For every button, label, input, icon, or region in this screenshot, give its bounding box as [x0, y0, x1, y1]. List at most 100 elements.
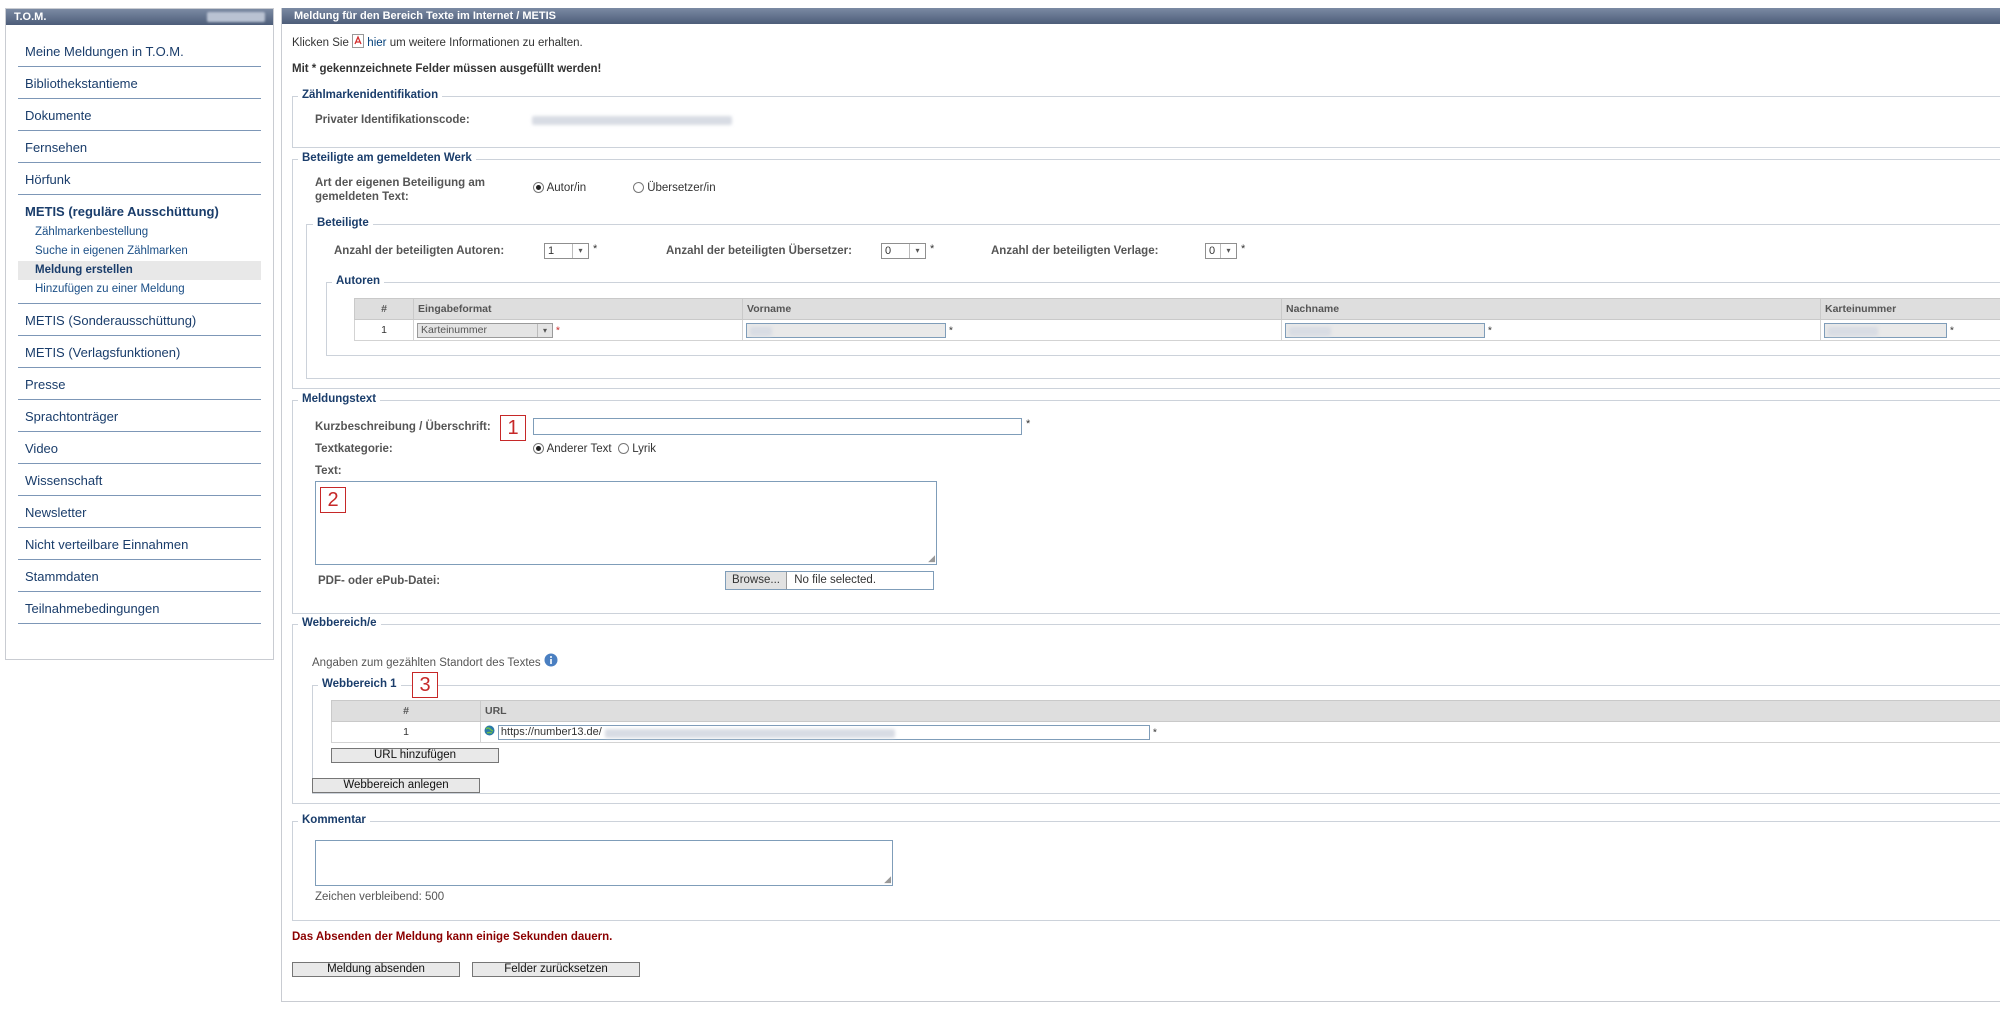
annotation-marker-3: 3 [412, 672, 438, 698]
sidebar-nav: Meine Meldungen in T.O.M. Bibliothekstan… [6, 25, 273, 624]
kurzbeschreibung-input[interactable] [533, 418, 1022, 435]
chevron-down-icon: ▾ [909, 244, 925, 258]
label-code: Privater Identifikationscode: [315, 114, 470, 126]
select-autoren-value: 1 [548, 245, 555, 257]
radio-autor-dot[interactable] [533, 182, 544, 194]
webbereich-hint: Angaben zum gezählten Standort des Texte… [312, 653, 558, 669]
main-panel: Meldung für den Bereich Texte im Interne… [281, 8, 2000, 1002]
radio-uebersetzer-label: Übersetzer/in [647, 182, 716, 194]
radio-anderer-dot[interactable] [533, 443, 544, 455]
subnav-meldung-erstellen[interactable]: Meldung erstellen [18, 261, 261, 280]
required-star: * [593, 243, 598, 255]
nav-meine-meldungen[interactable]: Meine Meldungen in T.O.M. [18, 35, 261, 67]
submit-warning: Das Absenden der Meldung kann einige Sek… [292, 931, 613, 943]
nav-sprachtontraeger[interactable]: Sprachtonträger [18, 400, 261, 432]
legend-webbereich: Webbereich/e [298, 617, 381, 629]
required-star: * [930, 243, 935, 255]
nav-metis-verlag[interactable]: METIS (Verlagsfunktionen) [18, 336, 261, 368]
karteinummer-input[interactable] [1824, 322, 1947, 338]
text-textarea[interactable]: ◢ [315, 481, 937, 565]
info-icon[interactable] [544, 653, 558, 667]
required-star: * [1152, 725, 1157, 738]
legend-webbereich-1: Webbereich 1 [318, 678, 401, 690]
zeichen-verbleibend: Zeichen verbleibend: 500 [315, 891, 445, 903]
file-input[interactable]: Browse... No file selected. [725, 571, 934, 590]
table-header-row: # Eingabeformat Vorname Nachname Kartein… [354, 298, 2000, 320]
select-uebersetzer[interactable]: 0 ▾ [881, 243, 926, 259]
info-prefix: Klicken Sie [292, 37, 349, 49]
label-kurzbeschreibung: Kurzbeschreibung / Überschrift: [315, 421, 491, 433]
annotation-marker-1: 1 [500, 415, 526, 441]
main-header: Meldung für den Bereich Texte im Interne… [282, 8, 2000, 24]
required-star: * [1026, 418, 1031, 430]
subnav-hinzufuegen-meldung[interactable]: Hinzufügen zu einer Meldung [18, 280, 261, 299]
sidebar-header: T.O.M. [6, 9, 273, 25]
radio-autor[interactable]: Autor/in [533, 182, 586, 194]
resize-handle-icon[interactable]: ◢ [884, 874, 891, 885]
radio-uebersetzer[interactable]: Übersetzer/in [633, 182, 716, 194]
required-star: * [555, 323, 561, 336]
legend-beteiligte-sub: Beteiligte [313, 217, 373, 229]
col-vorname: Vorname [742, 298, 1282, 320]
nachname-input[interactable] [1285, 322, 1485, 338]
nav-teilnahmebedingungen[interactable]: Teilnahmebedingungen [18, 592, 261, 624]
redacted-user [207, 12, 265, 22]
nav-wissenschaft[interactable]: Wissenschaft [18, 464, 261, 496]
legend-meldungstext: Meldungstext [298, 393, 381, 405]
radio-lyrik-label: Lyrik [632, 443, 657, 455]
sidebar-title: T.O.M. [14, 11, 47, 23]
select-eingabeformat-value: Karteinummer [421, 323, 487, 336]
browse-button[interactable]: Browse... [726, 572, 787, 589]
nav-metis-sonder[interactable]: METIS (Sonderausschüttung) [18, 304, 261, 336]
chevron-down-icon: ▾ [572, 244, 588, 258]
url-hinzufuegen-button[interactable]: URL hinzufügen [331, 748, 499, 763]
nav-metis-regulaer[interactable]: METIS (reguläre Ausschüttung) [18, 195, 261, 223]
metis-subnav: Zählmarkenbestellung Suche in eigenen Zä… [18, 223, 261, 304]
select-autoren[interactable]: 1 ▾ [544, 243, 589, 259]
legend-kommentar: Kommentar [298, 814, 370, 826]
resize-handle-icon[interactable]: ◢ [928, 553, 935, 564]
sidebar: T.O.M. Meine Meldungen in T.O.M. Bibliot… [5, 8, 274, 660]
nav-stammdaten[interactable]: Stammdaten [18, 560, 261, 592]
col-nachname: Nachname [1281, 298, 1821, 320]
nav-newsletter[interactable]: Newsletter [18, 496, 261, 528]
nav-nicht-verteilbare[interactable]: Nicht verteilbare Einnahmen [18, 528, 261, 560]
radio-uebersetzer-dot[interactable] [633, 182, 644, 194]
vorname-input[interactable] [746, 322, 946, 338]
meldung-absenden-button[interactable]: Meldung absenden [292, 962, 460, 977]
info-link[interactable]: hier [367, 37, 386, 49]
required-star: * [1241, 243, 1246, 255]
nav-bibliothekstantieme[interactable]: Bibliothekstantieme [18, 67, 261, 99]
select-verlage[interactable]: 0 ▾ [1205, 243, 1237, 259]
subnav-zaehlmarkenbestellung[interactable]: Zählmarkenbestellung [18, 223, 261, 242]
required-star: * [1487, 323, 1493, 336]
radio-lyrik[interactable]: Lyrik [618, 443, 656, 455]
nav-fernsehen[interactable]: Fernsehen [18, 131, 261, 163]
kommentar-textarea[interactable]: ◢ [315, 840, 893, 886]
col-url-num: # [331, 700, 481, 722]
pdf-icon[interactable] [352, 34, 365, 48]
legend-beteiligte: Beteiligte am gemeldeten Werk [298, 152, 476, 164]
page-title: Meldung für den Bereich Texte im Interne… [294, 10, 556, 22]
radio-anderer-text[interactable]: Anderer Text [533, 443, 612, 455]
cell-eingabeformat: Karteinummer ▾ * [413, 319, 743, 341]
url-input[interactable]: https://number13.de/ [497, 724, 1150, 740]
table-row: 1 Karteinummer ▾ * * * * [354, 319, 2000, 341]
url-value: https://number13.de/ [500, 725, 602, 738]
felder-zuruecksetzen-button[interactable]: Felder zurücksetzen [472, 962, 640, 977]
radio-lyrik-dot[interactable] [618, 443, 629, 455]
row-num: 1 [354, 319, 414, 341]
col-num: # [354, 298, 414, 320]
nav-dokumente[interactable]: Dokumente [18, 99, 261, 131]
label-pdf: PDF- oder ePub-Datei: [318, 575, 441, 587]
chevron-down-icon: ▾ [1220, 244, 1236, 258]
nav-video[interactable]: Video [18, 432, 261, 464]
subnav-suche-zaehlmarken[interactable]: Suche in eigenen Zählmarken [18, 242, 261, 261]
label-text: Text: [315, 465, 342, 477]
nav-hoerfunk[interactable]: Hörfunk [18, 163, 261, 195]
label-art: Art der eigenen Beteiligung am gemeldete… [315, 177, 485, 203]
webbereich-anlegen-button[interactable]: Webbereich anlegen [312, 778, 480, 793]
nav-presse[interactable]: Presse [18, 368, 261, 400]
select-eingabeformat[interactable]: Karteinummer ▾ [417, 322, 553, 338]
info-line: Klicken Sie hier um weitere Informatione… [292, 34, 583, 49]
